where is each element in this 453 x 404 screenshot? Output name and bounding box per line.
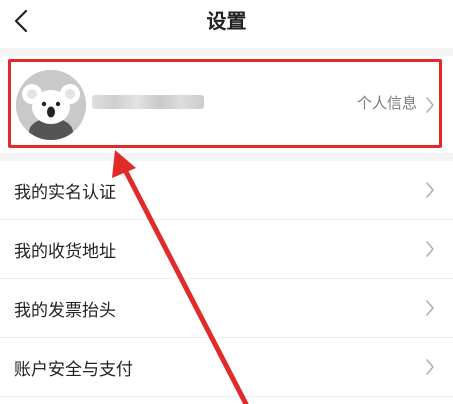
menu-item-realname[interactable]: 我的实名认证 [0, 161, 453, 220]
personal-info-label: 个人信息 [356, 94, 417, 112]
menu-item-invoice[interactable]: 我的发票抬头 [0, 279, 453, 338]
top-bar: 设置 [0, 0, 453, 48]
page-title: 设置 [206, 9, 247, 33]
section-divider [0, 48, 453, 56]
avatar[interactable] [16, 70, 86, 140]
username-blurred [92, 95, 204, 109]
chevron-right-icon [426, 300, 434, 316]
chevron-right-icon [426, 241, 434, 257]
section-divider [0, 153, 453, 161]
koala-avatar-icon [16, 70, 86, 140]
chevron-right-icon [426, 359, 434, 375]
menu-item-label: 账户安全与支付 [14, 360, 133, 380]
menu-item-label: 我的收货地址 [14, 242, 116, 262]
menu-item-label: 我的实名认证 [14, 183, 116, 203]
chevron-right-icon [426, 182, 434, 198]
menu-item-security[interactable]: 账户安全与支付 [0, 338, 453, 397]
menu-item-address[interactable]: 我的收货地址 [0, 220, 453, 279]
menu-item-label: 我的发票抬头 [14, 301, 116, 321]
chevron-right-icon [426, 97, 434, 113]
